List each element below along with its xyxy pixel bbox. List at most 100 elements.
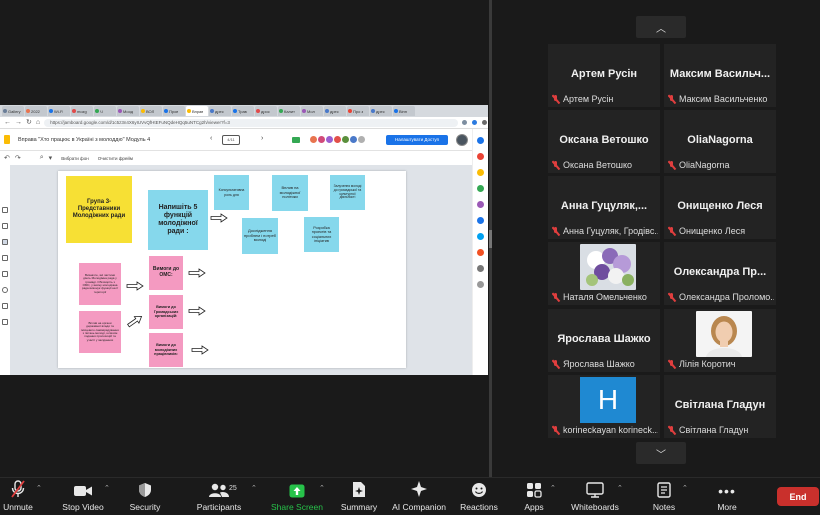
extension-icon[interactable] <box>477 233 484 240</box>
user-avatar[interactable] <box>456 134 468 146</box>
next-frame-icon[interactable]: › <box>261 135 263 142</box>
pen-icon[interactable] <box>2 207 8 213</box>
browser-tab[interactable]: Мол <box>301 106 323 116</box>
divider-handle[interactable] <box>489 230 492 248</box>
arrow-shape[interactable] <box>188 306 206 316</box>
participant-tile[interactable]: Анна Гуцуляк,... Анна Гуцуляк, Гродівс... <box>548 176 660 239</box>
browser-tab[interactable]: дрос <box>255 106 277 116</box>
meet-icon[interactable] <box>292 137 300 143</box>
sticky-note-icon[interactable] <box>2 255 8 261</box>
apps-options-chevron-icon[interactable]: ⌃ <box>550 484 556 492</box>
arrow-shape[interactable] <box>210 213 228 223</box>
security-button[interactable]: Security <box>126 478 164 515</box>
sticky-note[interactable]: Визначте, які частини діють Молодіжна ра… <box>79 263 121 305</box>
sticky-note[interactable]: Дослідження проблем і потреб молоді <box>242 218 278 254</box>
circle-icon[interactable] <box>2 287 8 293</box>
extension-icon[interactable] <box>477 201 484 208</box>
sticky-note[interactable]: Консультативна роль для <box>214 175 249 210</box>
browser-tab[interactable]: mozg <box>71 106 93 116</box>
share-screen-button[interactable]: Share Screen <box>270 478 324 515</box>
share-access-button[interactable]: Налаштувати Доступ <box>386 135 448 145</box>
browser-tab[interactable]: Моод <box>117 106 139 116</box>
sticky-note[interactable]: Залучення молоді до громадської та культ… <box>330 175 365 210</box>
eraser-icon[interactable] <box>2 223 8 229</box>
back-icon[interactable]: ← <box>4 119 11 126</box>
gallery-scroll-down-button[interactable]: ﹀ <box>636 442 686 464</box>
browser-tab[interactable]: дрес <box>209 106 231 116</box>
participant-tile[interactable]: Артем Русін Артем Русін <box>548 44 660 107</box>
whiteboards-button[interactable]: Whiteboards <box>569 478 621 515</box>
participant-tile[interactable]: Ярослава Шажко Ярослава Шажко <box>548 309 660 372</box>
url-field[interactable]: https://jamboard.google.com/d/1c5z3n4X6y… <box>44 118 458 127</box>
extension-icon[interactable] <box>477 281 484 288</box>
participant-tile[interactable]: Максим Васильч... Максим Васильченко <box>664 44 776 107</box>
whiteboards-options-chevron-icon[interactable]: ⌃ <box>617 484 623 492</box>
home-icon[interactable]: ⌂ <box>36 119 40 126</box>
arrow-shape[interactable] <box>191 345 209 355</box>
participant-tile[interactable]: Лілія Коротич <box>664 309 776 372</box>
summary-button[interactable]: Summary <box>339 478 379 515</box>
sticky-note[interactable]: Напишіть 5 функцій молодіжної ради : <box>148 190 208 250</box>
sticky-note[interactable]: Група 3-Представники Молодіжних ради <box>66 176 132 243</box>
jamboard-canvas[interactable]: Група 3-Представники Молодіжних ради Нап… <box>58 171 406 368</box>
extension-icon[interactable] <box>477 249 484 256</box>
notes-button[interactable]: Notes <box>648 478 680 515</box>
gallery-scroll-up-button[interactable]: ︿ <box>636 16 686 38</box>
sticky-note[interactable]: Вплив на органи державної влади та місце… <box>79 311 121 353</box>
extension-icon[interactable] <box>477 217 484 224</box>
arrow-shape[interactable] <box>126 281 144 291</box>
browser-tab[interactable]: дрес <box>324 106 346 116</box>
browser-tab[interactable]: Про з <box>347 106 369 116</box>
participant-tile[interactable]: Наталя Омельченко <box>548 242 660 305</box>
set-background-button[interactable]: Вибрати фон <box>61 156 89 161</box>
notes-options-chevron-icon[interactable]: ⌃ <box>682 484 688 492</box>
stop-video-button[interactable]: Stop Video <box>60 478 106 515</box>
sticky-note[interactable]: Вимоги до ОМС: <box>149 256 183 290</box>
participant-tile[interactable]: OliaNagorna OliaNagorna <box>664 110 776 173</box>
arrow-shape[interactable] <box>125 312 145 331</box>
reactions-button[interactable]: Reactions <box>458 478 500 515</box>
profile-icon[interactable] <box>482 120 487 125</box>
sticky-note[interactable]: Вимоги до Громадських організацій: <box>149 295 183 329</box>
split-view-divider[interactable] <box>489 0 492 477</box>
undo-icon[interactable]: ↶ <box>4 154 10 162</box>
extension-icon[interactable] <box>477 153 484 160</box>
unmute-button[interactable]: Unmute <box>2 478 34 515</box>
extension-icon[interactable] <box>477 185 484 192</box>
image-icon[interactable] <box>2 271 8 277</box>
reload-icon[interactable]: ↻ <box>26 119 32 126</box>
arrow-shape[interactable] <box>188 268 206 278</box>
jamboard-title[interactable]: Вправа "Хто працює в Україні з молоддю" … <box>18 137 150 143</box>
browser-tab[interactable]: Вінн <box>393 106 415 116</box>
participant-tile[interactable]: Hkorineckayan korineck... <box>548 375 660 438</box>
browser-tab[interactable]: Трав <box>232 106 254 116</box>
browser-tab[interactable]: дрес <box>370 106 392 116</box>
browser-tab[interactable]: 2022 <box>25 106 47 116</box>
sticky-note[interactable]: Вимоги до молодіжних працівників: <box>149 333 183 367</box>
video-options-chevron-icon[interactable]: ⌃ <box>104 484 110 492</box>
participant-tile[interactable]: Онищенко Леся Онищенко Леся <box>664 176 776 239</box>
redo-icon[interactable]: ↷ <box>15 154 21 162</box>
browser-tab[interactable]: Вправ <box>186 106 208 116</box>
browser-tab[interactable]: Пров <box>163 106 185 116</box>
extension-icon[interactable] <box>477 137 484 144</box>
laser-icon[interactable] <box>2 319 8 325</box>
sticky-note[interactable]: Розробка проектів та соціальних ініціати… <box>304 217 339 252</box>
extension-icon[interactable] <box>472 120 477 125</box>
more-button[interactable]: ••• More <box>712 478 742 515</box>
browser-tab[interactable]: Ч <box>94 106 116 116</box>
frame-indicator[interactable]: 4/11 <box>222 135 240 145</box>
prev-frame-icon[interactable]: ‹ <box>210 135 212 142</box>
forward-icon[interactable]: → <box>15 119 22 126</box>
textbox-icon[interactable] <box>2 303 8 309</box>
participant-tile[interactable]: Оксана Ветошко Оксана Ветошко <box>548 110 660 173</box>
end-meeting-button[interactable]: End <box>777 487 819 506</box>
audio-options-chevron-icon[interactable]: ⌃ <box>36 484 42 492</box>
participant-tile[interactable]: Світлана Гладун Світлана Гладун <box>664 375 776 438</box>
extension-icon[interactable] <box>462 120 467 125</box>
sticky-note[interactable]: Вплив на молодіжної політики <box>272 175 308 211</box>
participants-options-chevron-icon[interactable]: ⌃ <box>251 484 257 492</box>
browser-tab[interactable]: ВОЛ <box>140 106 162 116</box>
browser-tab[interactable]: Wi-Fi <box>48 106 70 116</box>
browser-tab[interactable]: Калит <box>278 106 300 116</box>
